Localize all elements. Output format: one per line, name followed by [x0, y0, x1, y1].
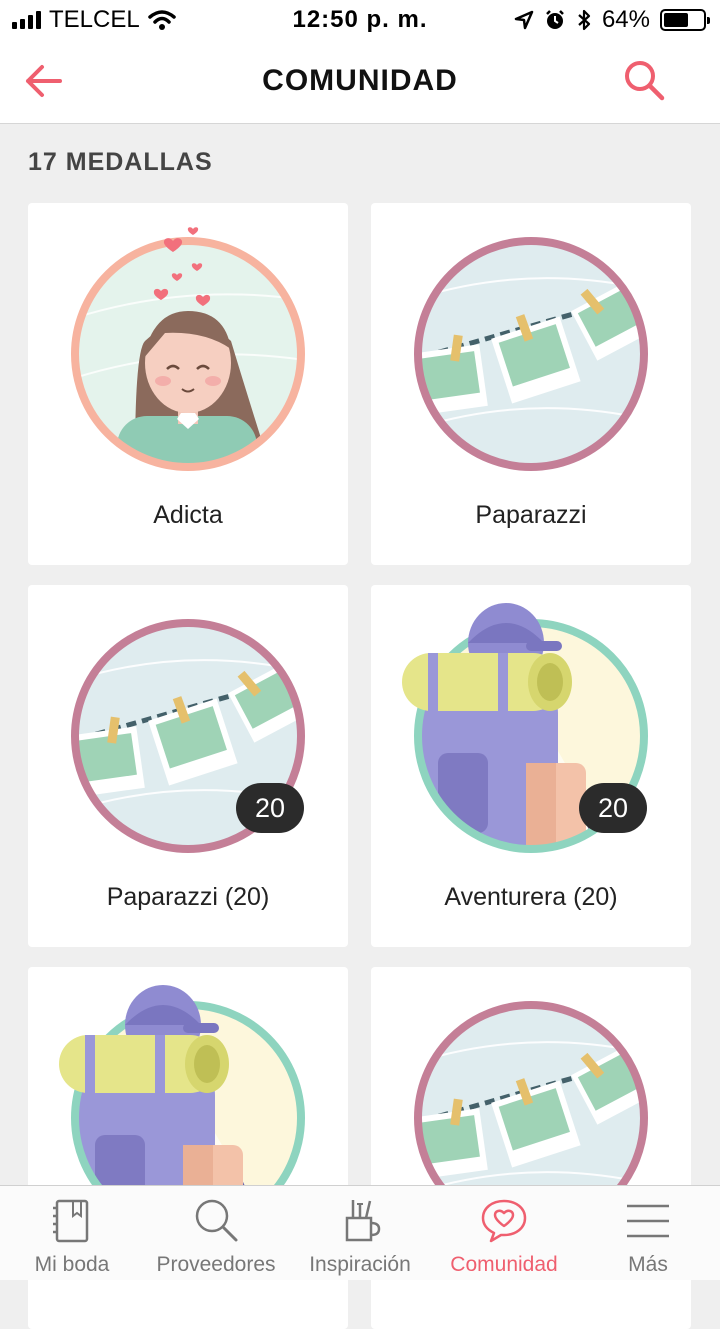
- medal-label: Aventurera (20): [444, 883, 618, 911]
- medal-count-badge: 20: [236, 783, 304, 833]
- brushes-icon: [345, 1200, 381, 1242]
- tab-label: Más: [628, 1253, 668, 1276]
- bluetooth-icon: [578, 9, 591, 31]
- tab-mas[interactable]: Más: [576, 1186, 720, 1281]
- tab-label: Inspiración: [309, 1253, 411, 1276]
- medal-label: Paparazzi: [475, 501, 587, 529]
- medal-card[interactable]: 20 Aventurera (20): [371, 585, 691, 947]
- heart-bubble-icon: [481, 1199, 527, 1243]
- tab-comunidad[interactable]: Comunidad: [432, 1186, 576, 1281]
- battery-fill: [664, 13, 689, 27]
- tab-mi-boda[interactable]: Mi boda: [0, 1186, 144, 1281]
- tab-bar: Mi boda Proveedores Inspiración Comunida…: [0, 1185, 720, 1280]
- search-icon[interactable]: [622, 58, 666, 102]
- tab-label: Proveedores: [156, 1253, 276, 1276]
- search-icon: [195, 1199, 238, 1242]
- tab-label: Comunidad: [450, 1253, 558, 1276]
- tab-label: Mi boda: [34, 1253, 110, 1276]
- header: COMUNIDAD: [0, 40, 720, 124]
- medal-label: Paparazzi (20): [106, 883, 270, 911]
- location-icon: [514, 10, 534, 30]
- battery-percent: 64%: [601, 6, 650, 33]
- notebook-icon: [53, 1199, 89, 1243]
- medal-card[interactable]: 20 Paparazzi (20): [28, 585, 348, 947]
- battery-icon: [660, 9, 710, 31]
- alarm-icon: [546, 10, 564, 29]
- medal-count-badge: 20: [579, 783, 647, 833]
- girl-medal-icon: [65, 231, 311, 477]
- tab-proveedores[interactable]: Proveedores: [144, 1186, 288, 1281]
- medals-count-title: 17 MEDALLAS: [28, 148, 213, 176]
- medal-card[interactable]: Paparazzi: [371, 203, 691, 565]
- page-title: COMUNIDAD: [262, 64, 458, 97]
- status-right: 64%: [514, 6, 710, 34]
- status-bar: TELCEL 12:50 p. m. 64%: [0, 0, 720, 40]
- medal-card[interactable]: Adicta: [28, 203, 348, 565]
- menu-icon: [627, 1204, 669, 1238]
- medal-label: Adicta: [153, 501, 223, 529]
- tab-inspiracion[interactable]: Inspiración: [288, 1186, 432, 1281]
- photos-medal-icon: [408, 231, 654, 477]
